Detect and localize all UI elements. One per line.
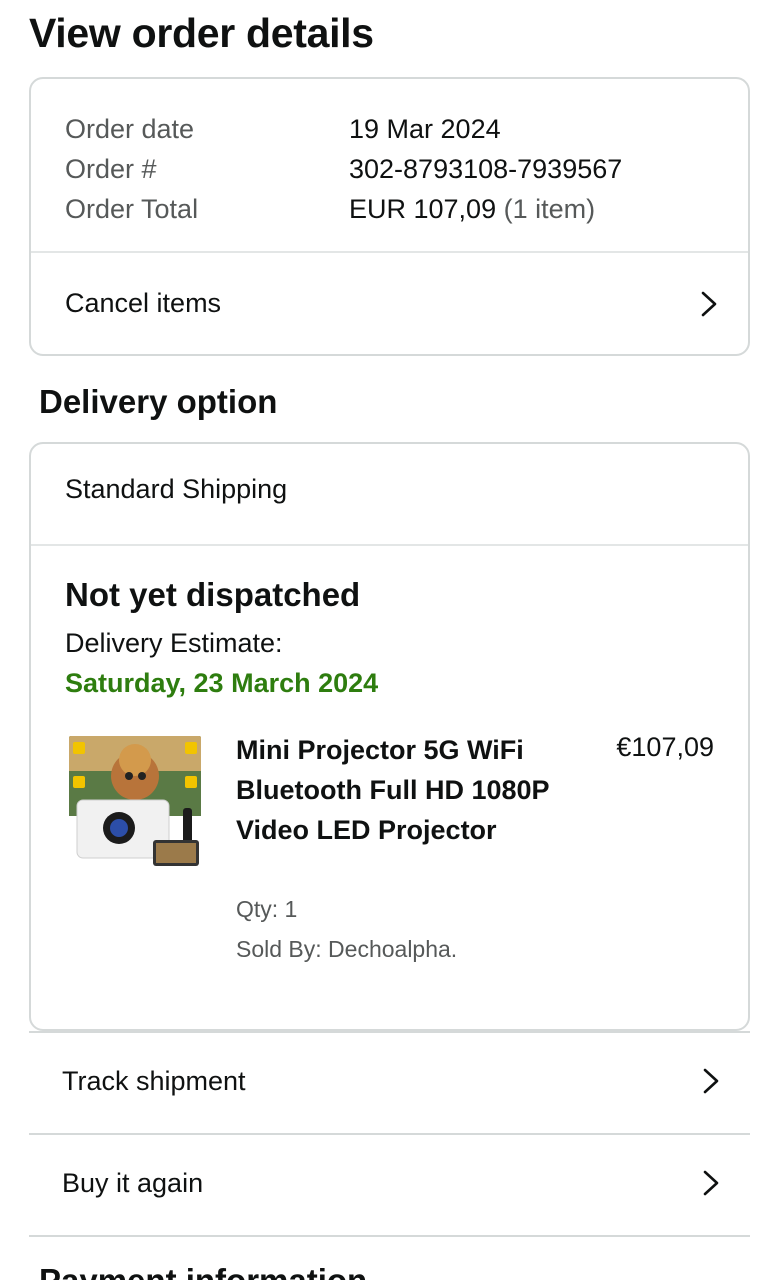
shipping-method: Standard Shipping xyxy=(65,474,288,504)
chevron-right-icon xyxy=(700,1168,722,1198)
buy-it-again-button[interactable]: Buy it again xyxy=(29,1133,750,1233)
order-date-row: Order date 19 Mar 2024 xyxy=(65,109,728,149)
product-price: €107,09 xyxy=(616,732,714,762)
cancel-items-button[interactable]: Cancel items xyxy=(31,253,748,354)
delivery-card: Standard Shipping Not yet dispatched Del… xyxy=(29,442,750,1031)
product-quantity: Qty: 1 xyxy=(236,896,298,922)
order-date-value: 19 Mar 2024 xyxy=(349,113,501,144)
product-seller: Sold By: Dechoalpha. xyxy=(236,936,458,962)
order-total-row: Order Total EUR 107,09 (1 item) xyxy=(65,189,728,229)
product-title-link[interactable]: Mini Projector 5G WiFi Bluetooth Full HD… xyxy=(236,730,566,850)
delivery-estimate-label: Delivery Estimate: xyxy=(65,628,283,658)
delivery-divider xyxy=(31,544,748,546)
dispatch-status: Not yet dispatched xyxy=(65,576,361,613)
track-shipment-button[interactable]: Track shipment xyxy=(29,1031,750,1131)
order-number-value: 302-8793108-7939567 xyxy=(349,153,623,184)
order-total-label: Order Total xyxy=(65,193,199,224)
chevron-right-icon xyxy=(698,289,720,319)
order-summary-card: Order date 19 Mar 2024 Order # 302-87931… xyxy=(29,77,750,356)
order-item-count: (1 item) xyxy=(503,193,596,224)
track-shipment-label: Track shipment xyxy=(62,1065,246,1096)
order-number-row: Order # 302-8793108-7939567 xyxy=(65,149,728,189)
delivery-section-title: Delivery option xyxy=(39,383,278,420)
cancel-items-label: Cancel items xyxy=(65,288,222,318)
product-image[interactable] xyxy=(69,736,201,870)
chevron-right-icon xyxy=(700,1066,722,1096)
buy-it-again-label: Buy it again xyxy=(62,1167,204,1198)
delivery-estimate-date: Saturday, 23 March 2024 xyxy=(65,668,379,698)
order-summary-rows: Order date 19 Mar 2024 Order # 302-87931… xyxy=(65,109,728,229)
order-number-label: Order # xyxy=(65,153,157,184)
order-date-label: Order date xyxy=(65,113,195,144)
list-divider xyxy=(29,1235,750,1237)
payment-section-title: Payment information xyxy=(39,1262,367,1280)
page-title: View order details xyxy=(29,10,374,56)
order-total-value: EUR 107,09 (1 item) xyxy=(349,194,595,225)
order-total-amount: EUR 107,09 xyxy=(349,193,497,224)
